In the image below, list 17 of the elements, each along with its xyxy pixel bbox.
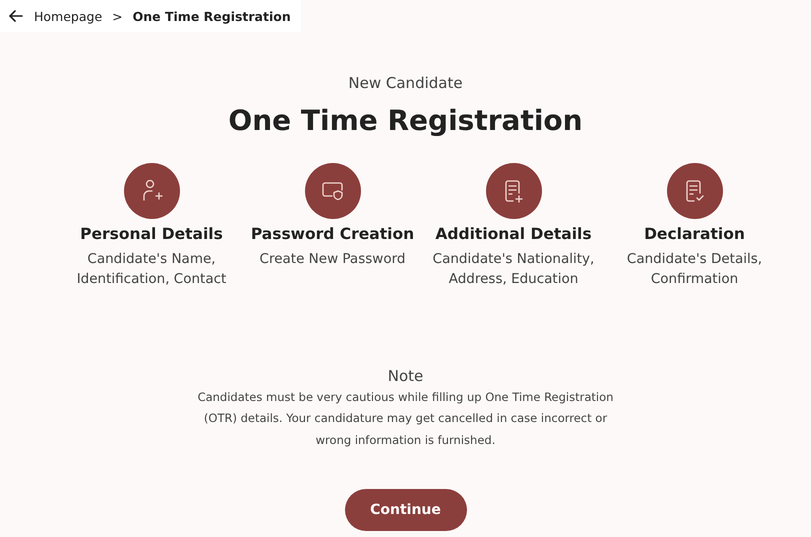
step-description: Create New Password <box>258 250 406 269</box>
page-subtitle: New Candidate <box>347 74 464 92</box>
note-text: Candidates must be very cautious while filling up One Time Registration (OTR) details. Your candidature may get cancelled in case incorrect or wrong information is furnished. <box>196 388 614 448</box>
back-arrow-icon[interactable] <box>8 8 24 24</box>
step-description: Candidate's Details, Confirmation <box>626 250 764 289</box>
page-title: One Time Registration <box>227 104 584 137</box>
breadcrumb-link[interactable]: Homepage <box>34 8 102 24</box>
continue-button[interactable]: Continue <box>344 489 466 531</box>
step-description: Candidate's Name, Identification, Contact <box>76 250 228 289</box>
step-title: Additional Details <box>435 225 592 243</box>
step-title: Password Creation <box>250 225 414 243</box>
step-title: Personal Details <box>80 225 223 243</box>
note-title: Note <box>386 366 424 384</box>
step-title: Declaration <box>644 225 745 243</box>
step-description: Candidate's Nationality, Address, Education <box>432 250 596 289</box>
breadcrumb-separator: > <box>112 8 123 24</box>
breadcrumb-link[interactable]: One Time Registration <box>132 8 291 24</box>
